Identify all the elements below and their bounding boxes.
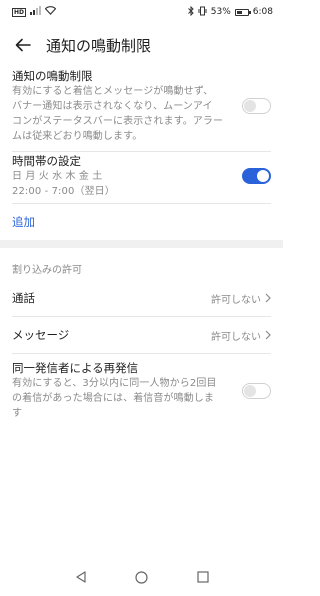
page-title: 通知の鳴動制限: [46, 36, 152, 55]
dnd-description-line: バナー通知は表示されなくなり、ムーンアイ: [12, 100, 213, 112]
dnd-toggle-row[interactable]: 通知の鳴動制限 有効にすると着信とメッセージが鳴動せず、 バナー通知は表示されな…: [12, 67, 271, 145]
repeat-callers-section: 同一発信者による再発信 有効にすると、3分以内に同一人物から2回目 の着信があっ…: [0, 360, 283, 422]
messages-label: メッセージ: [12, 327, 70, 342]
nav-recents-button[interactable]: [193, 567, 213, 587]
schedule-time-range: 22:00 - 7:00（翌日）: [12, 185, 115, 197]
calls-section: 通話 許可しない: [0, 280, 283, 317]
exceptions-header: 割り込みの許可: [12, 265, 82, 276]
calls-label: 通話: [12, 290, 35, 305]
messages-row[interactable]: メッセージ 許可しない: [12, 317, 271, 353]
messages-value: 許可しない: [211, 331, 261, 343]
repeat-callers-description-line: 有効にすると、3分以内に同一人物から2回目: [12, 378, 217, 389]
title-bar: 通知の鳴動制限: [0, 27, 283, 63]
repeat-callers-toggle[interactable]: [242, 383, 271, 399]
repeat-callers-title: 同一発信者による再発信: [12, 361, 139, 375]
calls-row[interactable]: 通話 許可しない: [12, 280, 271, 316]
battery-percent: 53%: [210, 7, 231, 17]
hd-badge: HD: [12, 7, 27, 17]
add-schedule-link[interactable]: 追加: [12, 214, 271, 230]
repeat-callers-description-line: す: [12, 408, 23, 419]
dnd-title: 通知の鳴動制限: [12, 68, 93, 83]
dnd-description-line: ムは従来どおり鳴動します。: [12, 130, 143, 142]
repeat-callers-row[interactable]: 同一発信者による再発信 有効にすると、3分以内に同一人物から2回目 の着信があっ…: [12, 360, 271, 422]
repeat-callers-description-line: の着信があった場合には、着信音が鳴動しま: [12, 393, 214, 404]
dnd-toggle[interactable]: [242, 98, 271, 114]
chevron-right-icon: [265, 330, 271, 340]
messages-section: メッセージ 許可しない: [0, 317, 283, 354]
dnd-description-line: 有効にすると着信とメッセージが鳴動せず、: [12, 85, 214, 97]
divider: [12, 151, 271, 152]
schedule-toggle[interactable]: [242, 168, 271, 184]
exceptions-header-section: 割り込みの許可: [0, 261, 283, 276]
system-nav-bar: [0, 558, 283, 596]
circle-home-icon: [135, 570, 148, 584]
arrow-left-icon: [15, 38, 31, 52]
bluetooth-icon: [187, 5, 194, 19]
clock: 6:08: [252, 7, 273, 17]
divider: [12, 353, 271, 354]
schedule-title: 時間帯の設定: [12, 153, 81, 168]
nav-home-button[interactable]: [132, 567, 152, 587]
triangle-back-icon: [75, 571, 86, 583]
schedule-row[interactable]: 時間帯の設定 日 月 火 水 木 金 土 22:00 - 7:00（翌日）: [12, 153, 271, 199]
wifi-icon: [44, 6, 57, 18]
square-recents-icon: [196, 571, 209, 583]
back-button[interactable]: [12, 34, 34, 56]
divider: [12, 203, 271, 204]
schedule-section: 時間帯の設定 日 月 火 水 木 金 土 22:00 - 7:00（翌日）: [0, 153, 283, 204]
section-separator: [0, 240, 283, 248]
status-bar: HD 53% 6:08: [0, 0, 283, 24]
dnd-section: 通知の鳴動制限 有効にすると着信とメッセージが鳴動せず、 バナー通知は表示されな…: [0, 67, 283, 152]
add-section: 追加: [0, 214, 283, 230]
schedule-days: 日 月 火 水 木 金 土: [12, 170, 103, 182]
dnd-description-line: コンがステータスバーに表示されます。アラー: [12, 115, 224, 127]
chevron-right-icon: [265, 293, 271, 303]
battery-icon: [234, 8, 251, 16]
cellular-signal-icon: [30, 6, 42, 18]
vibrate-icon: [198, 6, 207, 19]
nav-back-button[interactable]: [71, 567, 91, 587]
calls-value: 許可しない: [211, 294, 261, 306]
